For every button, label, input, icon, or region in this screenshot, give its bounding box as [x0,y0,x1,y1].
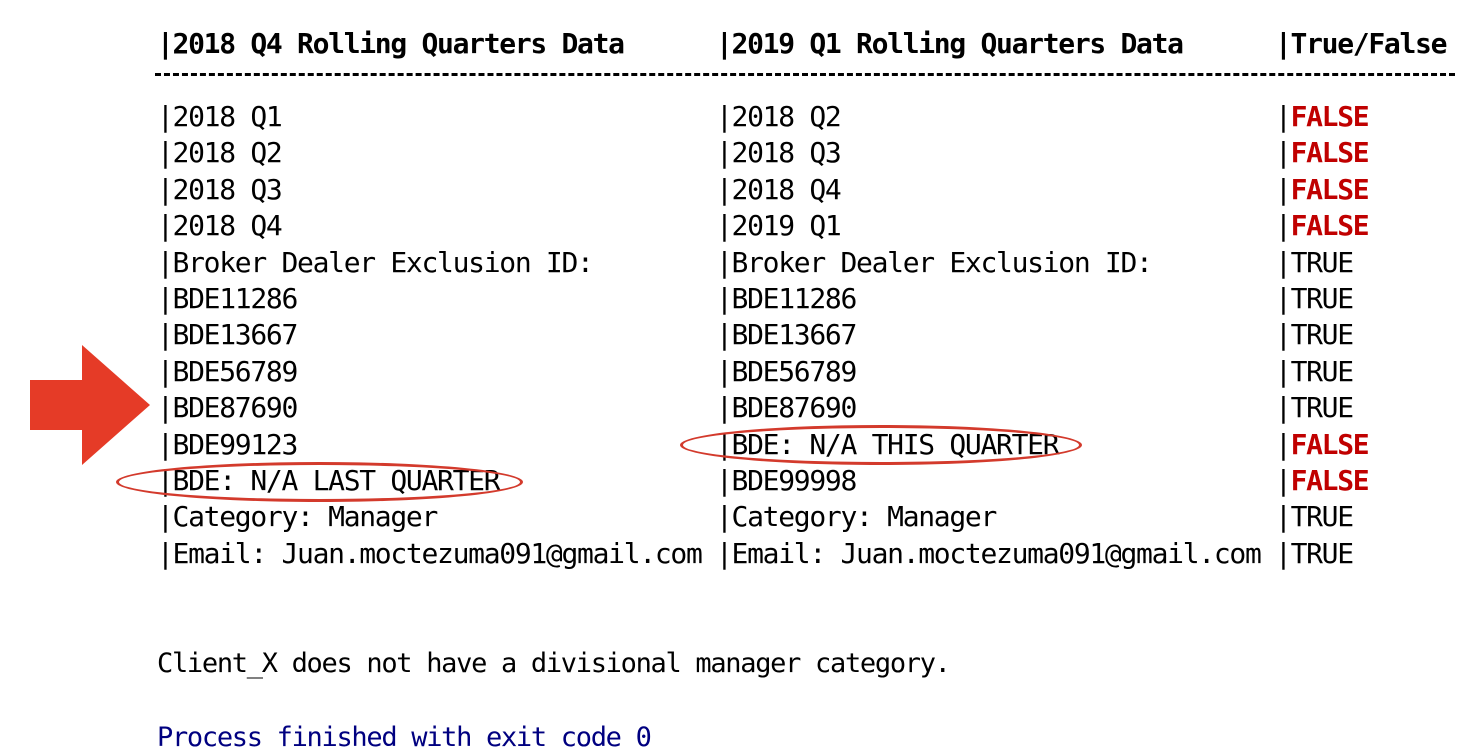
right-arrow-icon [30,345,150,465]
false-flag: FALSE [1290,136,1370,169]
row-2019-q1-value: |BDE56789 [716,355,857,388]
row-true-false-value: |TRUE [1275,499,1355,535]
row-true-false-value: |FALSE [1275,208,1370,244]
row-2019-q1-value: |2018 Q2 [716,100,842,133]
header-separator [155,73,1455,76]
column-separator: | [1275,537,1292,570]
row-2019-q1-value: |BDE87690 [716,391,857,424]
row-true-false-value: |TRUE [1275,536,1355,572]
row-2019-q1-value: |BDE99998 [716,464,857,497]
column-separator: | [1275,500,1292,533]
row-2018-q4-value: |BDE87690 [157,391,298,424]
false-flag: FALSE [1290,428,1370,461]
highlight-ellipse-icon [680,425,1082,465]
column-separator: | [1275,173,1292,206]
row-2019-q1-value: |Email: Juan.moctezuma091@gmail.com [716,537,1262,570]
false-flag: FALSE [1290,173,1370,206]
column-separator: | [1275,355,1292,388]
row-2018-q4-value: |2018 Q3 [157,173,283,206]
column-separator: | [1275,246,1292,279]
row-true-false-value: |FALSE [1275,99,1370,135]
row-2018-q4-value: |Category: Manager [157,500,438,533]
true-flag: TRUE [1290,500,1355,533]
column-separator: | [1275,464,1292,497]
highlight-ellipse-icon [116,462,523,502]
row-2019-q1-value: |BDE11286 [716,282,857,315]
true-flag: TRUE [1290,391,1355,424]
row-true-false-value: |TRUE [1275,354,1355,390]
row-2019-q1-value: |Category: Manager [716,500,997,533]
column-separator: | [1275,428,1292,461]
header-true-false: |True/False [1275,27,1447,60]
column-separator: | [1275,318,1292,351]
row-2018-q4-value: |2018 Q1 [157,100,283,133]
row-2019-q1-value: |BDE13667 [716,318,857,351]
row-2018-q4-value: |BDE56789 [157,355,298,388]
row-2019-q1-value: |2019 Q1 [716,209,842,242]
row-2018-q4-value: |Email: Juan.moctezuma091@gmail.com [157,537,703,570]
false-flag: FALSE [1290,100,1370,133]
row-2018-q4-value: |2018 Q4 [157,209,283,242]
true-flag: TRUE [1290,537,1355,570]
row-true-false-value: |TRUE [1275,281,1355,317]
row-2018-q4-value: |BDE99123 [157,428,298,461]
row-true-false-value: |TRUE [1275,390,1355,426]
true-flag: TRUE [1290,318,1355,351]
true-flag: TRUE [1290,355,1355,388]
false-flag: FALSE [1290,464,1370,497]
true-flag: TRUE [1290,246,1355,279]
header-2019-q1: |2019 Q1 Rolling Quarters Data [716,27,1184,60]
row-2018-q4-value: |BDE11286 [157,282,298,315]
row-2018-q4-value: |Broker Dealer Exclusion ID: [157,246,594,279]
console-output: |2018 Q4 Rolling Quarters Data |2019 Q1 … [0,0,1474,754]
column-separator: | [1275,391,1292,424]
column-separator: | [1275,100,1292,133]
row-true-false-value: |FALSE [1275,135,1370,171]
row-true-false-value: |FALSE [1275,463,1370,499]
info-message: Client_X does not have a divisional mana… [157,648,951,679]
row-true-false-value: |FALSE [1275,427,1370,463]
true-flag: TRUE [1290,282,1355,315]
row-2018-q4-value: |2018 Q2 [157,136,283,169]
column-separator: | [1275,136,1292,169]
row-2019-q1-value: |2018 Q3 [716,136,842,169]
exit-message: Process finished with exit code 0 [157,722,652,753]
column-separator: | [1275,282,1292,315]
row-2019-q1-value: |2018 Q4 [716,173,842,206]
row-2018-q4-value: |BDE13667 [157,318,298,351]
row-true-false-value: |FALSE [1275,172,1370,208]
row-2019-q1-value: |Broker Dealer Exclusion ID: [716,246,1153,279]
row-true-false-value: |TRUE [1275,245,1355,281]
column-separator: | [1275,209,1292,242]
false-flag: FALSE [1290,209,1370,242]
row-true-false-value: |TRUE [1275,317,1355,353]
header-2018-q4: |2018 Q4 Rolling Quarters Data [157,27,625,60]
